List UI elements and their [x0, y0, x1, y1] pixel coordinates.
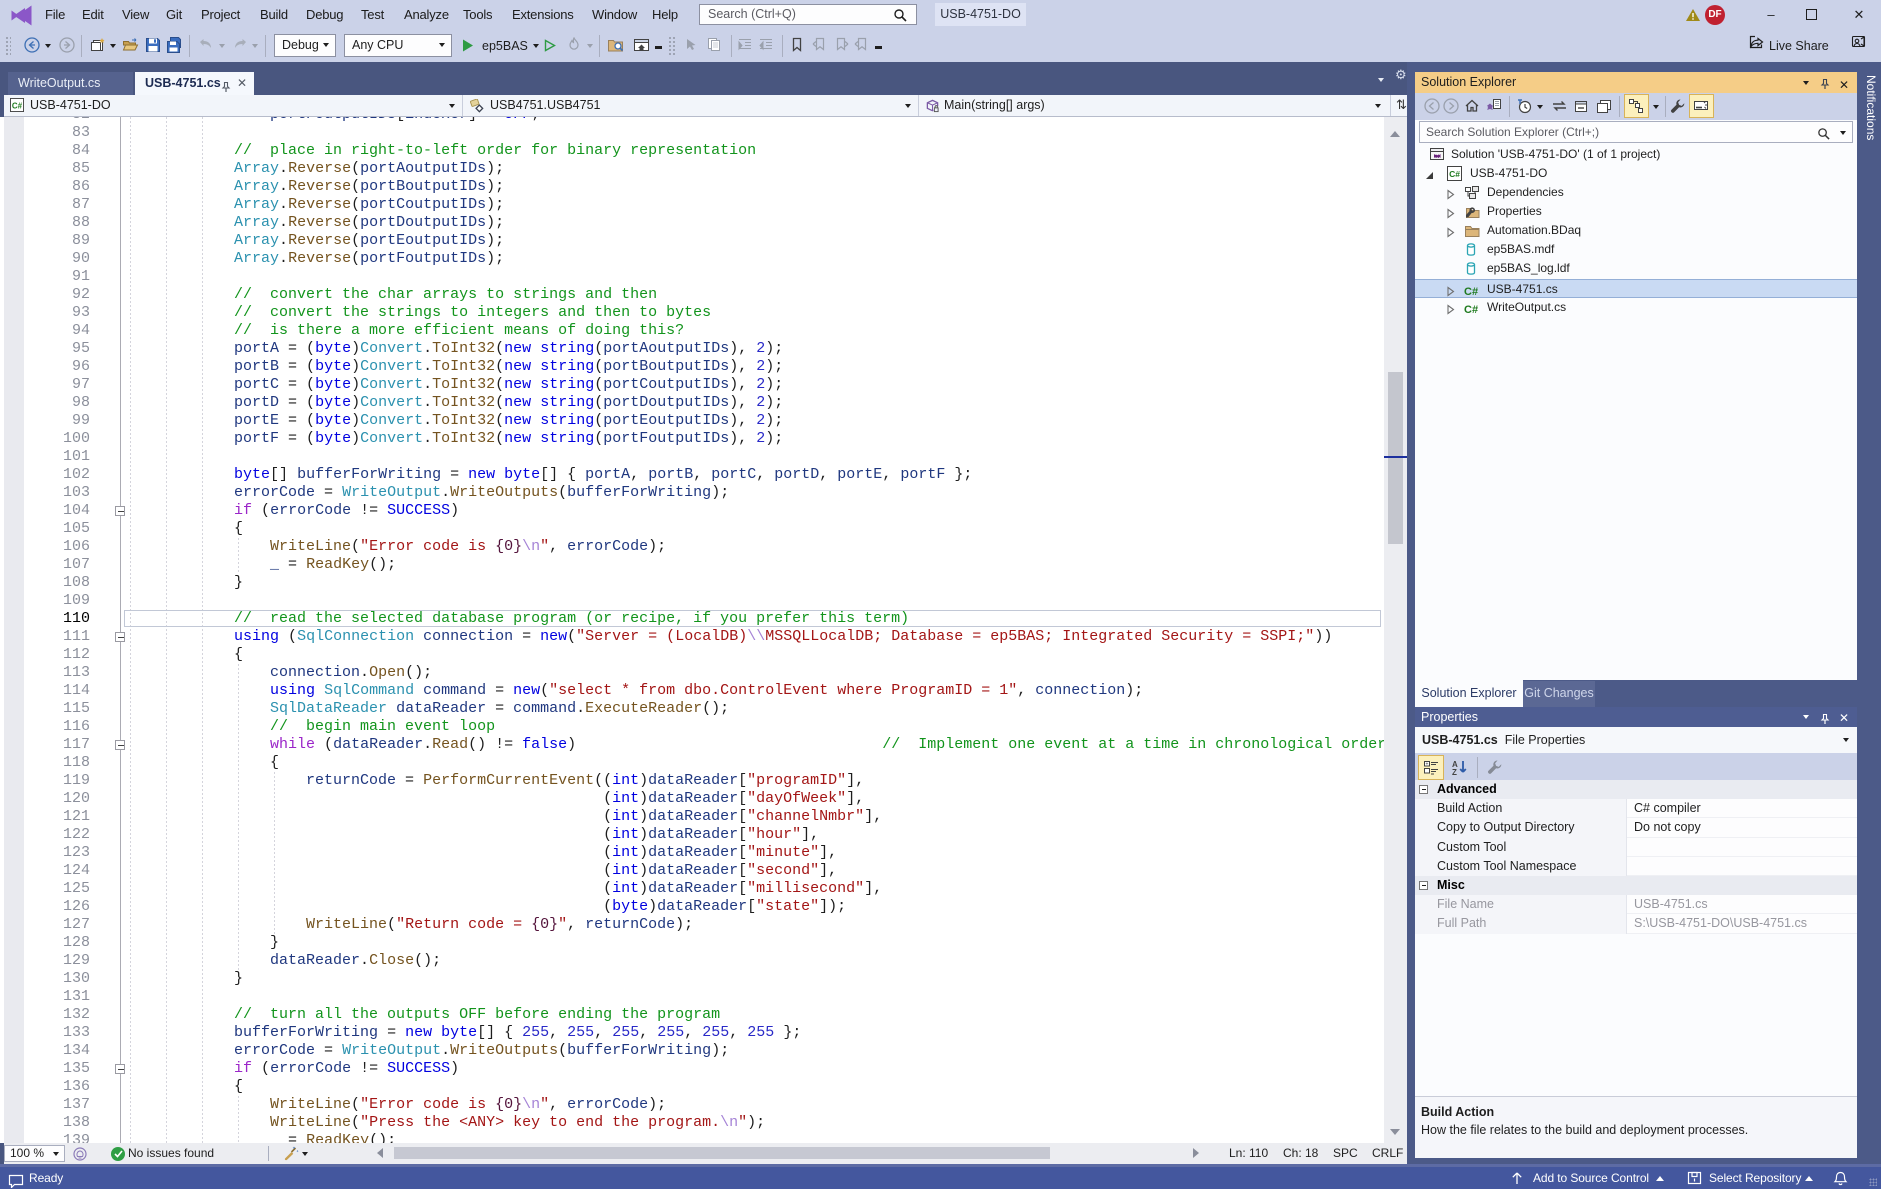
svg-text:+: + [1426, 762, 1429, 768]
svg-text:C#: C# [12, 101, 23, 110]
svg-text:Z: Z [1452, 768, 1457, 776]
svg-text:C#: C# [1449, 169, 1460, 179]
